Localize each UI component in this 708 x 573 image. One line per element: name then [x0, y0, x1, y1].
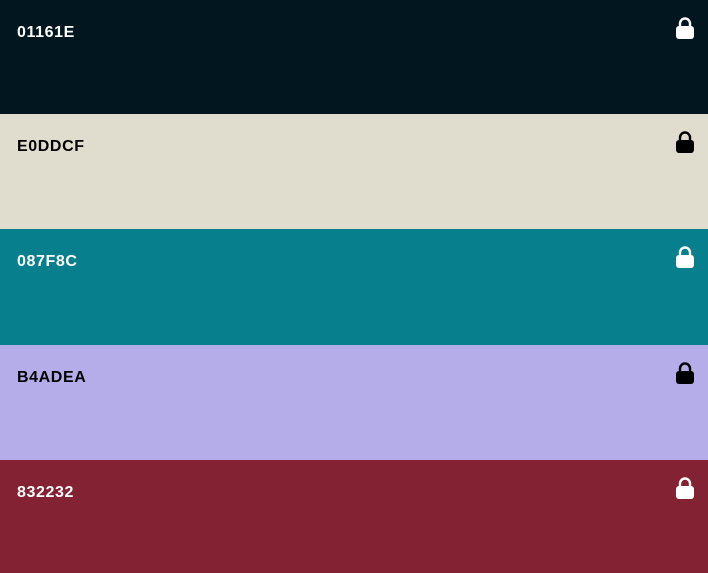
hex-code-label[interactable]: B4ADEA: [17, 369, 86, 387]
color-swatch[interactable]: 832232: [0, 460, 708, 573]
hex-code-label[interactable]: 087F8C: [17, 253, 78, 271]
color-swatch[interactable]: 087F8C: [0, 229, 708, 345]
lock-icon[interactable]: [675, 16, 695, 40]
color-swatch[interactable]: E0DDCF: [0, 114, 708, 229]
hex-code-label[interactable]: 832232: [17, 484, 74, 502]
lock-icon[interactable]: [675, 130, 695, 154]
hex-code-label[interactable]: 01161E: [17, 24, 75, 42]
lock-icon[interactable]: [675, 476, 695, 500]
hex-code-label[interactable]: E0DDCF: [17, 138, 85, 156]
color-swatch[interactable]: 01161E: [0, 0, 708, 114]
color-palette: 01161E E0DDCF 087F8C B4ADEA 832232: [0, 0, 708, 573]
color-swatch[interactable]: B4ADEA: [0, 345, 708, 460]
lock-icon[interactable]: [675, 361, 695, 385]
lock-icon[interactable]: [675, 245, 695, 269]
